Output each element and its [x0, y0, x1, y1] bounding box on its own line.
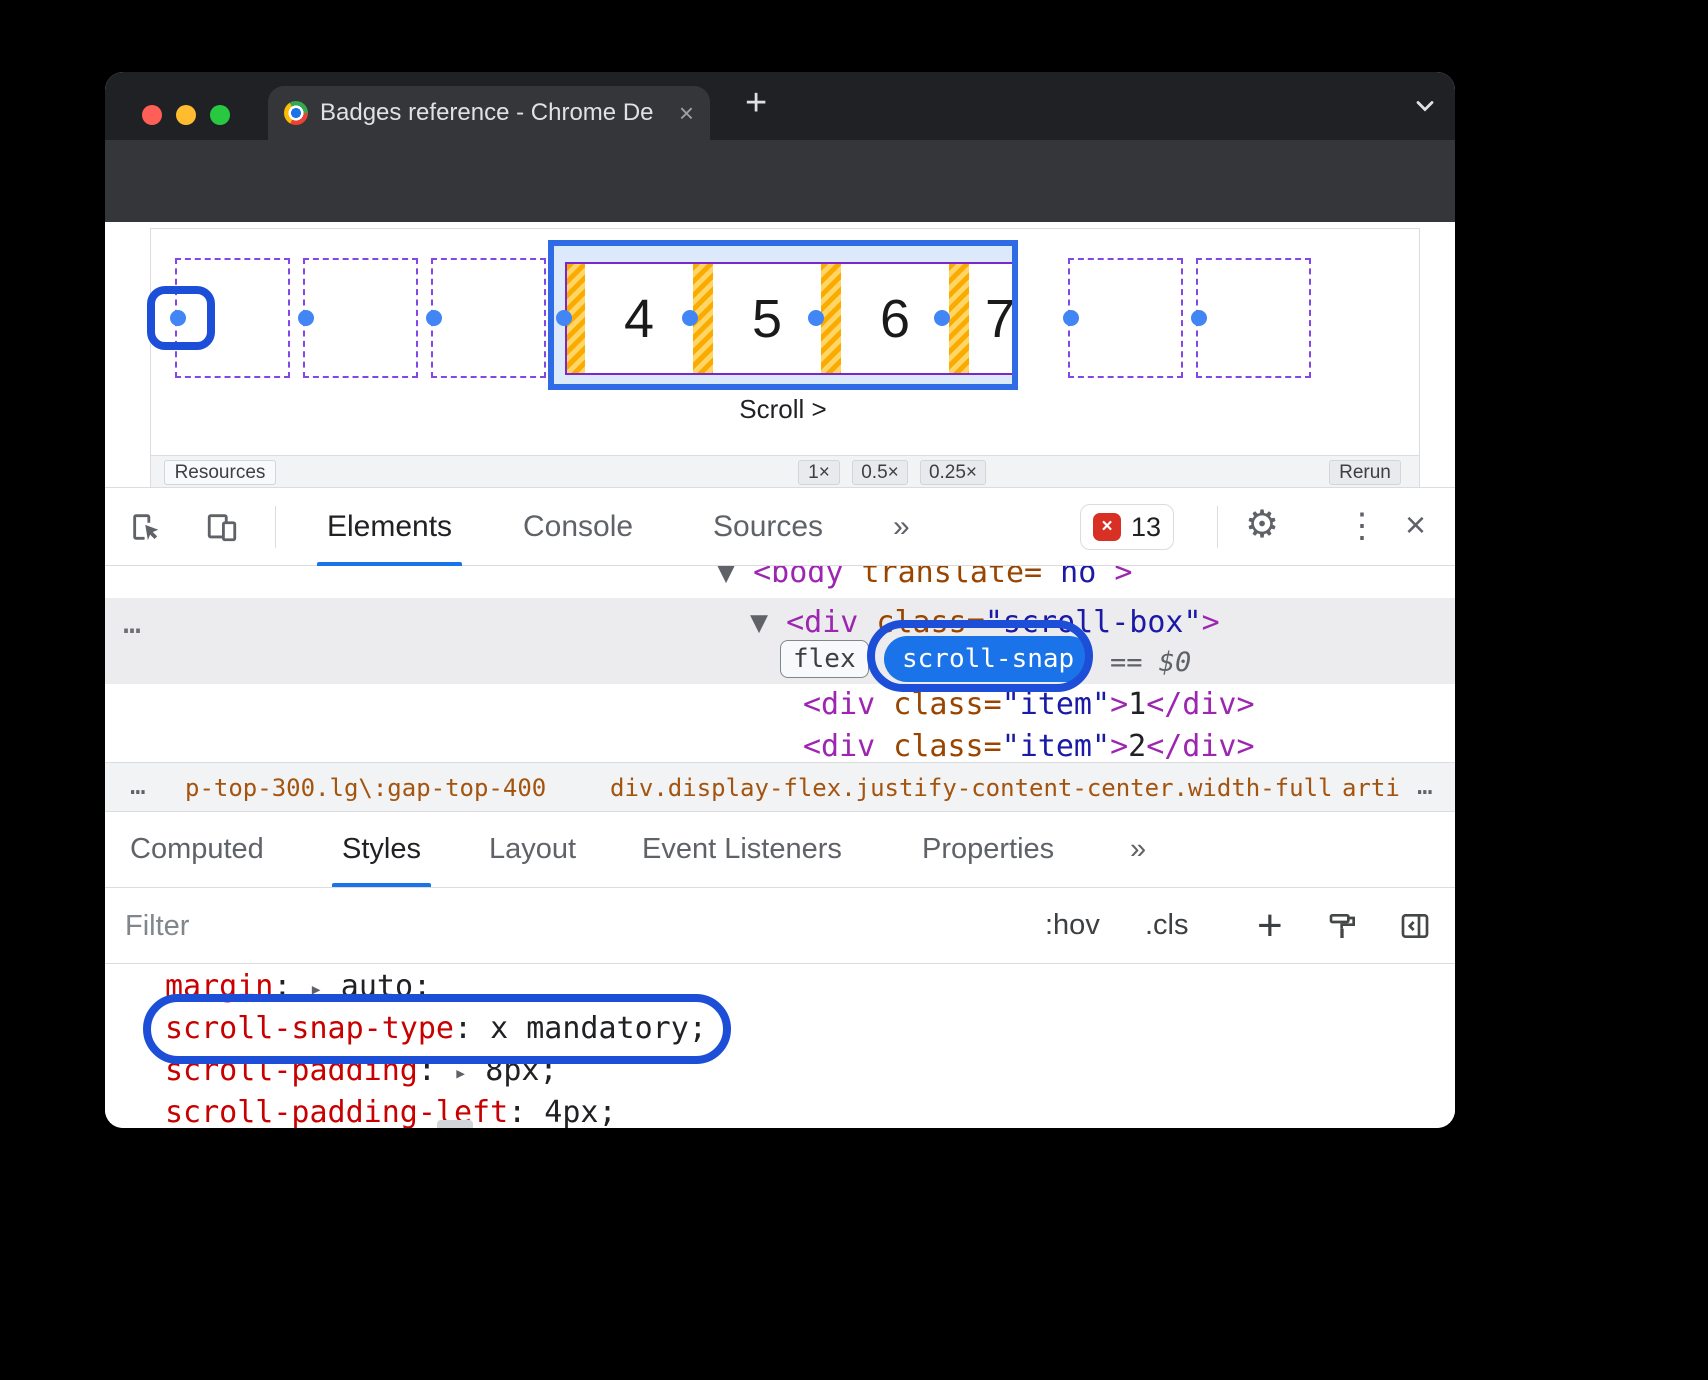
speed-button-05x[interactable]: 0.5× [852, 460, 908, 485]
tab-title: Badges reference - Chrome De [320, 99, 667, 127]
tab-search-chevron-icon[interactable] [1411, 92, 1439, 125]
resources-bar: Resources 1× 0.5× 0.25× Rerun [151, 455, 1419, 488]
styles-pane: margin: ▸ auto; scroll-snap-type: x mand… [105, 964, 1455, 1128]
tab-computed[interactable]: Computed [130, 812, 264, 887]
snap-point-dot [556, 310, 572, 326]
hov-toggle[interactable]: :hov [1045, 888, 1100, 963]
error-count-badge[interactable]: × 13 [1080, 504, 1174, 550]
declaration-margin[interactable]: margin: ▸ auto; [165, 968, 431, 1009]
toolbar-divider [1217, 506, 1218, 548]
toolbar-divider [275, 506, 276, 548]
styles-more-tabs-icon[interactable]: » [1130, 812, 1146, 887]
snap-point-dot [1191, 310, 1207, 326]
traffic-light-minimize[interactable] [176, 105, 196, 125]
snap-item-placeholder [431, 258, 546, 378]
devtools-more-tabs-icon[interactable]: » [893, 488, 910, 566]
screenshot-canvas: { "colors": { "accent_blue": "#1a73e8", … [0, 0, 1708, 1380]
snap-gap-band [821, 264, 841, 373]
body-node[interactable]: ▼ <body translate= no > [717, 566, 1132, 594]
tree-ellipsis[interactable]: … [123, 606, 141, 641]
clipped-element [437, 1120, 473, 1128]
snap-item-placeholder [175, 258, 290, 378]
declaration-scroll-snap-type[interactable]: scroll-snap-type: x mandatory; [165, 1010, 707, 1048]
snap-item-placeholder [1068, 258, 1183, 378]
error-count: 13 [1131, 512, 1161, 543]
snap-gap-band [949, 264, 969, 373]
paint-roller-icon[interactable] [1327, 910, 1359, 947]
scroll-hint-label: Scroll > [548, 394, 1018, 425]
snap-item-placeholder [303, 258, 418, 378]
snap-item: 4 [585, 264, 693, 373]
snap-items-container: 4 5 6 7 [565, 262, 1018, 375]
sidebar-toggle-icon[interactable] [1399, 910, 1431, 947]
filter-input[interactable] [125, 904, 645, 948]
error-x-icon: × [1093, 513, 1121, 541]
snap-item-placeholder [1196, 258, 1311, 378]
tab-styles[interactable]: Styles [342, 812, 421, 887]
new-tab-button[interactable]: + [745, 82, 767, 125]
flex-badge[interactable]: flex [780, 640, 869, 678]
snap-point-dot [682, 310, 698, 326]
tab-close-icon[interactable]: × [679, 100, 694, 126]
cls-toggle[interactable]: .cls [1145, 888, 1189, 963]
resources-tab[interactable]: Resources [164, 460, 276, 485]
scroll-snap-badge[interactable]: scroll-snap [884, 636, 1092, 682]
snap-item: 7 [969, 264, 1018, 373]
snap-point-dot [298, 310, 314, 326]
declaration-scroll-padding-left[interactable]: scroll-padding-left: 4px; [165, 1094, 617, 1128]
breadcrumb-ellipsis-left[interactable]: … [130, 771, 146, 801]
styles-tab-bar: Computed Styles Layout Event Listeners P… [105, 812, 1455, 888]
breadcrumb-bar: … p-top-300.lg\:gap-top-400 div.display-… [105, 762, 1455, 812]
traffic-light-close[interactable] [142, 105, 162, 125]
breadcrumb-ellipsis-right[interactable]: … [1417, 771, 1433, 801]
devtools-tab-elements[interactable]: Elements [327, 488, 452, 566]
new-style-rule-button[interactable]: + [1257, 888, 1283, 963]
item-node-1[interactable]: <div class="item">1</div> [803, 684, 1255, 726]
speed-button-1x[interactable]: 1× [798, 460, 840, 485]
declaration-scroll-padding[interactable]: scroll-padding: ▸ 8px; [165, 1052, 558, 1093]
breadcrumb-item[interactable]: arti [1342, 774, 1400, 802]
traffic-light-zoom[interactable] [210, 105, 230, 125]
nav-bar: ← → ↻ ⓘ localhost:8080/docs/devtools/ele… [105, 140, 1455, 222]
browser-window: Badges reference - Chrome De × + ← → ↻ ⓘ… [105, 72, 1455, 1128]
tab-event-listeners[interactable]: Event Listeners [642, 812, 842, 887]
devtools-tab-sources[interactable]: Sources [713, 488, 823, 566]
speed-button-025x[interactable]: 0.25× [920, 460, 986, 485]
device-toolbar-icon[interactable] [205, 510, 239, 549]
item-node-2[interactable]: <div class="item">2</div> [803, 726, 1255, 762]
settings-gear-icon[interactable]: ⚙ [1245, 502, 1279, 547]
snap-point-dot [170, 310, 186, 326]
browser-tab[interactable]: Badges reference - Chrome De × [268, 86, 710, 140]
devtools-kebab-icon[interactable]: ⋮ [1345, 506, 1379, 546]
breadcrumb-item[interactable]: p-top-300.lg\:gap-top-400 [185, 774, 546, 802]
snap-item: 5 [713, 264, 821, 373]
snap-point-dot [808, 310, 824, 326]
devtools-tab-console[interactable]: Console [523, 488, 633, 566]
tab-properties[interactable]: Properties [922, 812, 1054, 887]
chrome-favicon-icon [284, 101, 308, 125]
inspect-element-icon[interactable] [129, 510, 163, 549]
rerun-button[interactable]: Rerun [1329, 460, 1401, 485]
tab-strip: Badges reference - Chrome De × + [105, 72, 1455, 140]
snap-point-dot [934, 310, 950, 326]
styles-filter-bar: :hov .cls + [105, 888, 1455, 964]
tab-layout[interactable]: Layout [489, 812, 576, 887]
snap-point-dot [1063, 310, 1079, 326]
elements-tree: ▼ <body translate= no > … ▼ <div class="… [105, 566, 1455, 762]
snap-item: 6 [841, 264, 949, 373]
equals-s0-hint: == $0 [1110, 642, 1191, 684]
devtools-close-icon[interactable]: × [1405, 504, 1426, 546]
breadcrumb-item[interactable]: div.display-flex.justify-content-center.… [610, 774, 1332, 802]
devtools-toolbar: Elements Console Sources » × 13 ⚙ ⋮ × [105, 487, 1455, 566]
snap-point-dot [426, 310, 442, 326]
